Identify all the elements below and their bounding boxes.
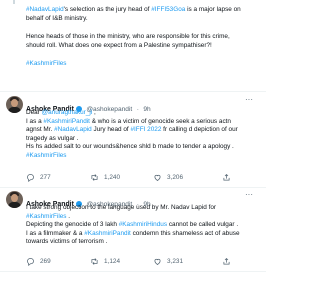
more-options-icon[interactable]: ··· <box>245 95 253 104</box>
avatar[interactable] <box>6 191 23 208</box>
like-count: 3,231 <box>167 258 183 265</box>
tweet-text: . <box>66 212 71 220</box>
tweet-text-line: should roll. What does one expect from a… <box>26 42 241 51</box>
tweet-text-line: I take strong objection to the language … <box>26 204 240 213</box>
tweet-text-line: I as a #KashmiriPandit & who is a victim… <box>26 118 238 127</box>
tweet-divider <box>0 271 266 272</box>
retweet-count: 1,124 <box>104 258 120 265</box>
share-button[interactable] <box>222 257 236 266</box>
tweet-text: tragedy as vulgar . <box>26 134 79 142</box>
tweet-text: Hence heads of those in the ministry, wh… <box>26 33 230 41</box>
tweet-text: agnst Mr. <box>26 126 55 134</box>
hashtag-link[interactable]: #KashmiriPandit <box>84 230 131 237</box>
hashtag-link[interactable]: #NadavLapid <box>54 126 92 133</box>
tweet-text-line: #KashmirFiles <box>26 152 238 161</box>
tweet-1-body: #NadavLapid's selection as the jury head… <box>26 6 241 69</box>
like-count: 3,206 <box>167 174 183 181</box>
tweet-text-line: Dear @anuragthakur_ji , <box>26 109 238 118</box>
more-options-icon[interactable]: ··· <box>245 190 253 199</box>
retweet-button[interactable]: 1,124 <box>90 257 120 266</box>
reply-count: 277 <box>40 174 51 181</box>
hashtag-link[interactable]: #IFFI53Goa <box>151 6 185 13</box>
tweet-text-line: tragedy as vulgar . <box>26 135 238 144</box>
tweet-text: Jury head of <box>91 126 131 134</box>
tweet-text: towards victims of terrorism . <box>26 238 108 246</box>
hashtag-link[interactable]: #KashmirFiles <box>26 213 67 220</box>
tweet-text-line: I as a filmmaker & a #KashmiriPandit con… <box>26 230 240 239</box>
reply-button[interactable]: 269 <box>26 257 51 266</box>
share-icon <box>223 173 230 181</box>
heart-icon <box>154 258 161 265</box>
hashtag-link[interactable]: #IFFI 2022 <box>130 126 161 133</box>
tweet-text: cannot be called vulgar . <box>167 221 239 229</box>
retweet-button[interactable]: 1,240 <box>90 173 120 182</box>
tweet-text: I as a <box>26 117 44 125</box>
hashtag-link[interactable]: #NadavLapid <box>26 6 64 13</box>
hashtag-link[interactable]: #KashmirFiles <box>26 152 67 159</box>
tweet-divider <box>0 187 266 188</box>
like-button[interactable]: 3,231 <box>153 257 183 266</box>
tweet-1-thread-line <box>0 0 266 4</box>
mention-link[interactable]: @anuragthakur_ji <box>42 109 93 116</box>
tweet-text-line: behalf of I&B ministry. <box>26 15 241 24</box>
tweet-text: & who is a victim of genocide seek a ser… <box>89 117 231 125</box>
retweet-icon <box>91 174 98 181</box>
tweet-divider <box>0 91 266 92</box>
tweet-text: 's selection as the jury head of <box>63 6 152 13</box>
tweet-2-body: Dear @anuragthakur_ji ,I as a #KashmiriP… <box>26 109 238 161</box>
tweet-text-line: Hence heads of those in the ministry, wh… <box>26 33 241 42</box>
like-button[interactable]: 3,206 <box>153 173 183 182</box>
heart-icon <box>154 174 161 181</box>
reply-icon <box>27 258 34 266</box>
share-icon <box>223 257 230 265</box>
tweet-text-line: agnst Mr. #NadavLapid Jury head of #IFFI… <box>26 126 238 135</box>
tweet-text-line: Depicting the genocide of 3 lakh #Kashmi… <box>26 221 240 230</box>
hashtag-link[interactable]: #KashmirFiles <box>26 60 67 67</box>
hashtag-link[interactable]: #KashmiriPandit <box>43 118 90 125</box>
reply-icon <box>27 174 34 182</box>
retweet-count: 1,240 <box>104 174 120 181</box>
reply-button[interactable]: 277 <box>26 173 51 182</box>
tweet-text-line: #KashmirFiles <box>26 60 241 69</box>
tweet-text: , <box>92 109 96 116</box>
tweet-text-line: Hs hs added salt to our wounds&hence shl… <box>26 143 238 152</box>
tweet-text-line: towards victims of terrorism . <box>26 238 240 247</box>
tweet-text: fr calling d depiction of our <box>161 126 238 134</box>
tweet-text: behalf of I&B ministry. <box>26 14 88 22</box>
tweet-text-line: #KashmirFiles . <box>26 213 240 222</box>
tweet-text-line: #NadavLapid's selection as the jury head… <box>26 6 241 15</box>
tweet-text: Dear <box>26 109 42 116</box>
thread-connector <box>13 0 15 4</box>
retweet-icon <box>91 258 98 265</box>
tweet-3-body: I take strong objection to the language … <box>26 204 240 247</box>
tweet-text: Depicting the genocide of 3 lakh <box>26 221 119 229</box>
tweet-text: condemn this shameless act of abuse <box>130 229 240 237</box>
share-button[interactable] <box>222 173 236 182</box>
avatar[interactable] <box>6 96 23 113</box>
hashtag-link[interactable]: #KashmiriHindus <box>119 221 167 228</box>
tweet-text: is a major lapse on <box>185 6 241 13</box>
reply-count: 269 <box>40 258 51 265</box>
tweet-text: Hs hs added salt to our wounds&hence shl… <box>26 143 234 151</box>
tweet-text: I take strong objection to the language … <box>26 204 217 211</box>
tweet-text: I as a filmmaker & a <box>26 229 85 237</box>
tweet-text: should roll. What does one expect from a… <box>26 41 212 49</box>
